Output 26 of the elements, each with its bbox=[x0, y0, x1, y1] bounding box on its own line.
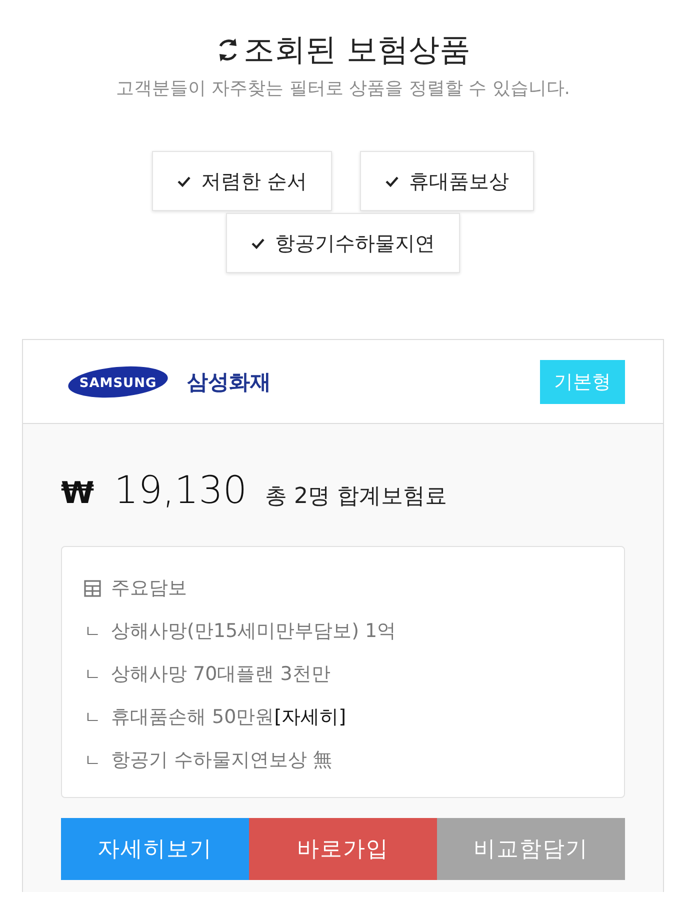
insurer-name: 삼성화재 bbox=[187, 368, 271, 396]
table-icon bbox=[84, 580, 101, 596]
page-title: 조회된 보험상품 bbox=[244, 31, 470, 70]
branch-mark: ㄴ bbox=[84, 750, 101, 772]
filter-chip[interactable]: 휴대품보상 bbox=[360, 151, 534, 211]
filter-chip[interactable]: 저렴한 순서 bbox=[152, 151, 332, 211]
branch-mark: ㄴ bbox=[84, 620, 101, 642]
check-icon bbox=[251, 238, 265, 248]
filter-chip[interactable]: 항공기수하물지연 bbox=[226, 213, 460, 273]
insurer-logo: SAMSUNG bbox=[67, 364, 169, 400]
price-note: 총 2명 합계보험료 bbox=[265, 483, 448, 511]
page-subtitle: 고객분들이 자주찾는 필터로 상품을 정렬할 수 있습니다. bbox=[116, 77, 570, 101]
plan-badge: 기본형 bbox=[540, 360, 625, 404]
coverage-item: 항공기 수하물지연보상 無 bbox=[111, 748, 332, 773]
branch-mark: ㄴ bbox=[84, 706, 101, 728]
coverage-title: 주요담보 bbox=[111, 576, 187, 601]
price-amount: 19,130 bbox=[114, 468, 248, 512]
check-icon bbox=[176, 176, 191, 186]
detail-link[interactable]: [자세히] bbox=[274, 706, 346, 728]
branch-mark: ㄴ bbox=[84, 664, 101, 686]
currency-sign: ₩ bbox=[61, 476, 94, 511]
coverage-item: 상해사망 70대플랜 3천만 bbox=[111, 662, 330, 687]
coverage-item: 상해사망(만15세미만부담보) 1억 bbox=[111, 619, 396, 644]
check-icon bbox=[385, 176, 400, 186]
join-button[interactable]: 바로가입 bbox=[249, 818, 437, 880]
coverage-item: 휴대품손해 50만원[자세히] bbox=[111, 705, 346, 730]
